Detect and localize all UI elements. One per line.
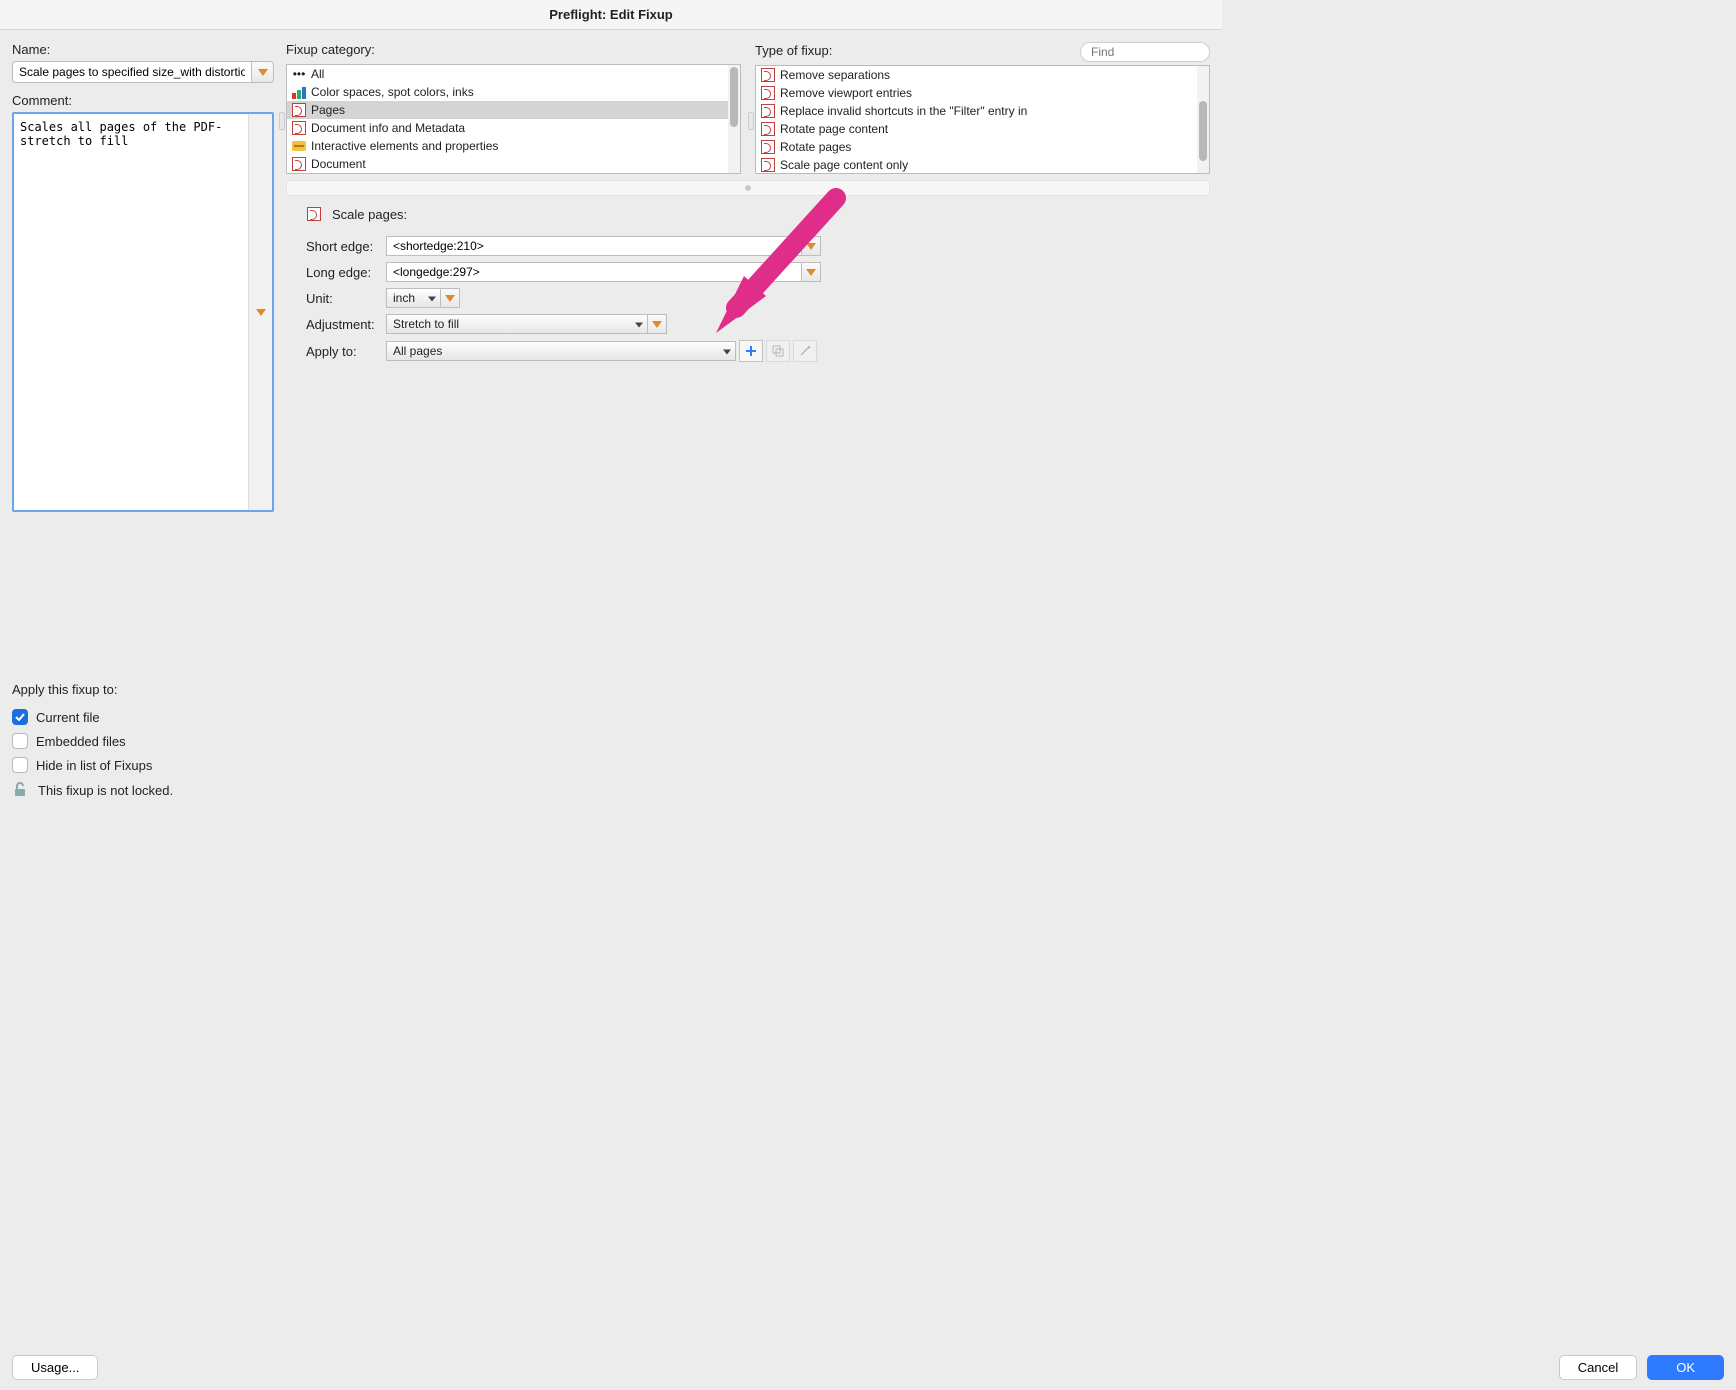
pdf-icon <box>291 102 307 118</box>
type-label: Type of fixup: <box>755 43 832 58</box>
category-item[interactable]: Document info and Metadata <box>287 119 740 137</box>
list-item-label: Scale page content only <box>780 158 908 172</box>
hide-label: Hide in list of Fixups <box>36 758 152 773</box>
unit-select[interactable]: inch <box>386 288 441 308</box>
apply-to-select[interactable]: All pages <box>386 341 736 361</box>
short-edge-dropdown[interactable] <box>801 236 821 256</box>
cancel-button[interactable]: Cancel <box>1559 1355 1637 1380</box>
window-title: Preflight: Edit Fixup <box>0 0 1222 30</box>
lock-icon <box>12 781 28 800</box>
interact-icon <box>291 138 307 154</box>
pdf-icon <box>291 156 307 172</box>
type-item[interactable]: Replace invalid shortcuts in the "Filter… <box>756 102 1209 120</box>
pdf-icon <box>760 139 776 155</box>
name-input[interactable] <box>12 61 252 83</box>
category-listbox[interactable]: ••• All Color spaces, spot colors, inks … <box>286 64 741 174</box>
short-edge-label: Short edge: <box>306 239 386 254</box>
adjustment-select[interactable]: Stretch to fill <box>386 314 648 334</box>
embedded-files-checkbox[interactable] <box>12 733 28 749</box>
list-item-label: Remove viewport entries <box>780 86 912 100</box>
edit-button[interactable] <box>793 340 817 362</box>
category-item[interactable]: Document <box>287 155 740 173</box>
list-item-label: Color spaces, spot colors, inks <box>311 85 474 99</box>
ok-button[interactable]: OK <box>1647 1355 1724 1380</box>
list-item-label: Rotate page content <box>780 122 888 136</box>
scrollbar[interactable] <box>728 65 740 173</box>
category-item[interactable]: Page contents <box>287 173 740 174</box>
list-item-label: Rotate pages <box>780 140 851 154</box>
hide-checkbox[interactable] <box>12 757 28 773</box>
panel-grip[interactable] <box>748 112 754 130</box>
name-dropdown-button[interactable] <box>252 61 274 83</box>
pdf-icon <box>306 206 322 222</box>
adjustment-dropdown[interactable] <box>647 314 667 334</box>
embedded-files-label: Embedded files <box>36 734 126 749</box>
comment-textarea[interactable]: Scales all pages of the PDF- stretch to … <box>14 114 248 510</box>
pdf-icon <box>760 103 776 119</box>
lock-text: This fixup is not locked. <box>38 783 173 798</box>
long-edge-label: Long edge: <box>306 265 386 280</box>
pdf-icon <box>760 67 776 83</box>
current-file-label: Current file <box>36 710 100 725</box>
list-item-label: Remove separations <box>780 68 890 82</box>
list-item-label: Interactive elements and properties <box>311 139 498 153</box>
unit-dropdown[interactable] <box>440 288 460 308</box>
long-edge-dropdown[interactable] <box>801 262 821 282</box>
type-item[interactable]: Rotate page content <box>756 120 1209 138</box>
list-item-label: Document <box>311 157 366 171</box>
pdf-icon <box>760 85 776 101</box>
usage-button[interactable]: Usage... <box>12 1355 98 1380</box>
type-item[interactable]: Rotate pages <box>756 138 1209 156</box>
divider[interactable] <box>286 180 1210 196</box>
type-item[interactable]: Remove separations <box>756 66 1209 84</box>
pdf-icon <box>760 121 776 137</box>
name-label: Name: <box>12 42 274 57</box>
type-item[interactable]: Scale page content only <box>756 156 1209 174</box>
unit-label: Unit: <box>306 291 386 306</box>
pdf-icon <box>291 120 307 136</box>
category-item[interactable]: Color spaces, spot colors, inks <box>287 83 740 101</box>
find-input[interactable] <box>1080 42 1210 62</box>
comment-expand-button[interactable] <box>248 114 272 510</box>
category-item[interactable]: Interactive elements and properties <box>287 137 740 155</box>
long-edge-input[interactable] <box>386 262 802 282</box>
category-label: Fixup category: <box>286 42 375 57</box>
pdf-icon <box>760 157 776 173</box>
add-button[interactable] <box>739 340 763 362</box>
list-item-label: All <box>311 67 324 81</box>
type-listbox[interactable]: Remove separations Remove viewport entri… <box>755 65 1210 174</box>
short-edge-input[interactable] <box>386 236 802 256</box>
list-item-label: Replace invalid shortcuts in the "Filter… <box>780 104 1027 118</box>
comment-label: Comment: <box>12 93 274 108</box>
apply-heading: Apply this fixup to: <box>12 682 1210 697</box>
current-file-checkbox[interactable] <box>12 709 28 725</box>
colors-icon <box>291 84 307 100</box>
list-item-label: Document info and Metadata <box>311 121 465 135</box>
dots-icon: ••• <box>291 66 307 82</box>
category-item[interactable]: ••• All <box>287 65 740 83</box>
scrollbar[interactable] <box>1197 66 1209 173</box>
apply-to-label: Apply to: <box>306 344 386 359</box>
section-title: Scale pages: <box>332 207 407 222</box>
copy-button[interactable] <box>766 340 790 362</box>
type-item[interactable]: Remove viewport entries <box>756 84 1209 102</box>
panel-grip[interactable] <box>279 112 285 130</box>
list-item-label: Pages <box>311 103 345 117</box>
category-item[interactable]: Pages <box>287 101 740 119</box>
adjustment-label: Adjustment: <box>306 317 386 332</box>
